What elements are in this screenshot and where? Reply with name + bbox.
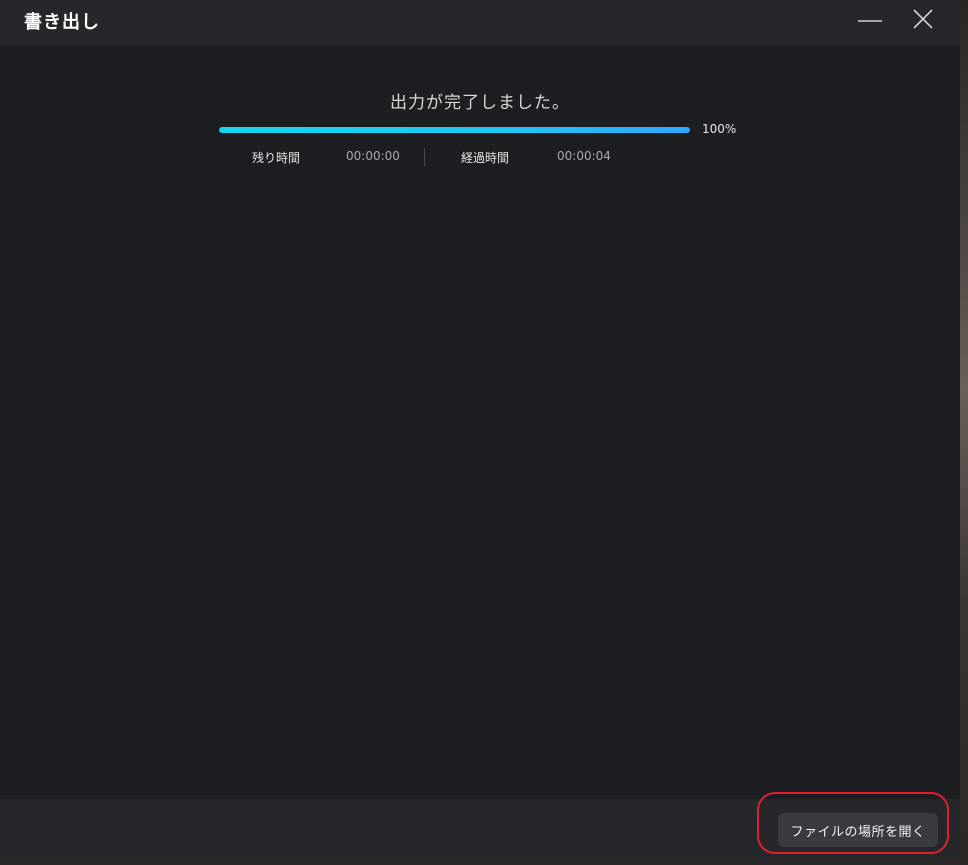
progress-bar-fill (219, 127, 690, 133)
stats-divider (424, 148, 425, 166)
export-complete-message: 出力が完了しました。 (390, 93, 570, 113)
progress-bar (219, 127, 690, 133)
window-title: 書き出し (24, 12, 100, 33)
export-dialog: 書き出し 出力が完了しました。 100% 残り時間 00:00:00 経過時間 … (0, 0, 960, 860)
progress-percent: 100% (702, 122, 737, 136)
remaining-time-label: 残り時間 (252, 151, 301, 165)
minimize-icon (858, 20, 882, 22)
elapsed-time-value: 00:00:04 (557, 149, 611, 163)
close-icon (913, 9, 933, 29)
title-bar: 書き出し (0, 0, 960, 46)
elapsed-time-label: 経過時間 (461, 151, 510, 165)
minimize-button[interactable] (852, 4, 888, 34)
close-button[interactable] (905, 4, 941, 34)
background-taskbar (0, 860, 968, 865)
background-app (960, 0, 968, 865)
remaining-time-value: 00:00:00 (346, 149, 400, 163)
open-file-location-button[interactable]: ファイルの場所を開く (778, 813, 938, 847)
